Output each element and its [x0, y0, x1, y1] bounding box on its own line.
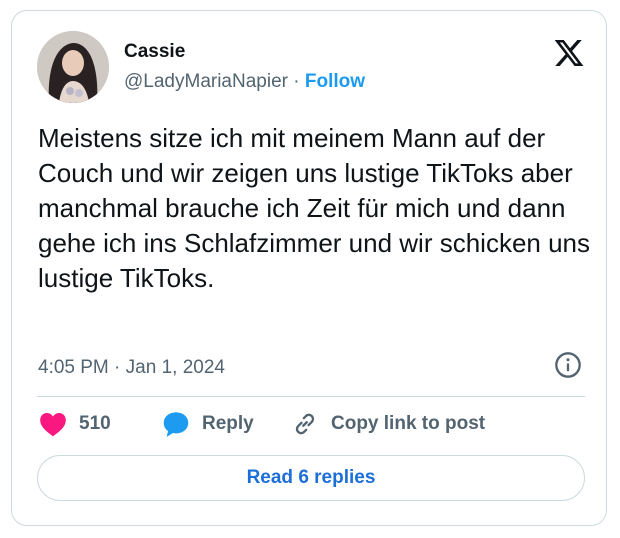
follow-button[interactable]: Follow	[305, 71, 365, 92]
time-separator: ·	[114, 357, 121, 378]
info-icon[interactable]	[554, 351, 582, 379]
timestamp[interactable]: 4:05 PM · Jan 1, 2024	[38, 357, 225, 379]
heart-icon	[40, 413, 66, 437]
divider	[37, 396, 585, 397]
like-count: 510	[79, 413, 111, 434]
author-handle[interactable]: @LadyMariaNapier	[124, 71, 288, 92]
read-replies-button[interactable]: Read 6 replies	[37, 455, 585, 501]
author-name[interactable]: Cassie	[124, 41, 185, 63]
tweet-card: Cassie @LadyMariaNapier · Follow Meisten…	[11, 10, 607, 526]
link-icon	[295, 413, 315, 435]
handle-row: @LadyMariaNapier · Follow	[124, 71, 365, 93]
tweet-text: Meistens sitze ich mit meinem Mann auf d…	[38, 123, 591, 293]
copy-link-label: Copy link to post	[331, 413, 486, 434]
handle-separator: ·	[293, 71, 300, 92]
x-logo-icon[interactable]	[553, 37, 585, 69]
reply-label: Reply	[202, 413, 254, 434]
reply-button[interactable]: Reply	[162, 409, 254, 439]
reply-bubble-icon	[163, 412, 189, 437]
date: Jan 1, 2024	[125, 357, 225, 378]
copy-link-button[interactable]: Copy link to post	[291, 409, 485, 439]
avatar[interactable]	[37, 31, 109, 103]
time: 4:05 PM	[38, 357, 109, 378]
avatar-image	[37, 31, 109, 103]
like-button[interactable]: 510	[39, 409, 111, 439]
